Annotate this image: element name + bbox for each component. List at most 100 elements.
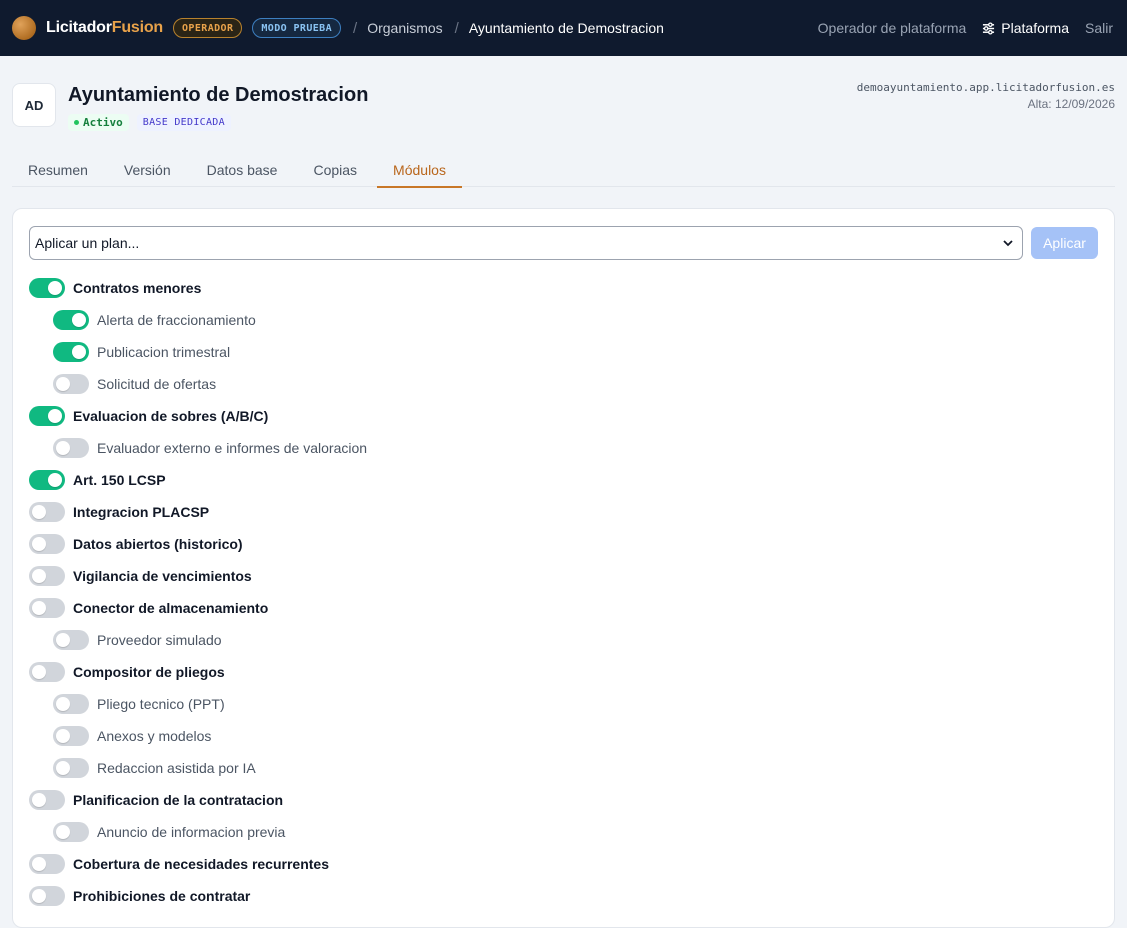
module-label: Datos abiertos (historico) — [73, 536, 243, 552]
toggle-knob — [32, 665, 46, 679]
modules-card: Aplicar un plan... Aplicar Contratos men… — [12, 208, 1115, 928]
submodule-row: Anuncio de informacion previa — [29, 816, 1098, 848]
module-toggle[interactable] — [29, 662, 65, 682]
toggle-knob — [32, 569, 46, 583]
module-label: Evaluacion de sobres (A/B/C) — [73, 408, 269, 424]
breadcrumb-separator: / — [353, 19, 358, 37]
breadcrumb-organismos[interactable]: Organismos — [367, 20, 442, 36]
org-avatar: AD — [12, 83, 56, 127]
module-label: Evaluador externo e informes de valoraci… — [97, 440, 368, 456]
toggle-knob — [56, 729, 70, 743]
module-toggle[interactable] — [53, 342, 89, 362]
module-row: Cobertura de necesidades recurrentes — [29, 848, 1098, 880]
logout-link[interactable]: Salir — [1085, 20, 1113, 36]
module-toggle[interactable] — [29, 790, 65, 810]
module-row: Vigilancia de vencimientos — [29, 560, 1098, 592]
submodule-row: Anexos y modelos — [29, 720, 1098, 752]
module-label: Contratos menores — [73, 280, 202, 296]
module-label: Alerta de fraccionamiento — [97, 312, 256, 328]
module-toggle[interactable] — [29, 406, 65, 426]
tab-bar: Resumen Versión Datos base Copias Módulo… — [12, 152, 1115, 188]
status-badge-label: Activo — [83, 116, 123, 129]
base-type-badge: BASE DEDICADA — [136, 114, 231, 131]
module-toggle[interactable] — [29, 534, 65, 554]
org-domain: demoayuntamiento.app.licitadorfusion.es — [856, 81, 1115, 94]
operador-badge: OPERADOR — [173, 18, 243, 38]
module-toggle[interactable] — [53, 694, 89, 714]
tab-version[interactable]: Versión — [108, 152, 187, 187]
app-logo[interactable]: LicitadorFusion — [46, 19, 163, 37]
sliders-icon — [983, 21, 995, 35]
breadcrumb-separator: / — [454, 19, 459, 37]
module-label: Cobertura de necesidades recurrentes — [73, 856, 329, 872]
module-row: Evaluacion de sobres (A/B/C) — [29, 400, 1098, 432]
toggle-knob — [32, 889, 46, 903]
status-badge: Activo — [68, 114, 129, 131]
tab-datos-base[interactable]: Datos base — [191, 152, 294, 187]
toggle-knob — [32, 857, 46, 871]
module-toggle[interactable] — [29, 598, 65, 618]
module-row: Conector de almacenamiento — [29, 592, 1098, 624]
toggle-knob — [56, 633, 70, 647]
status-dot-icon — [74, 120, 79, 125]
modules-list: Contratos menores Alerta de fraccionamien… — [29, 272, 1098, 912]
module-row: Datos abiertos (historico) — [29, 528, 1098, 560]
module-toggle[interactable] — [53, 822, 89, 842]
module-toggle[interactable] — [29, 566, 65, 586]
module-label: Anuncio de informacion previa — [97, 824, 286, 840]
module-row: Compositor de pliegos — [29, 656, 1098, 688]
module-toggle[interactable] — [53, 630, 89, 650]
module-label: Conector de almacenamiento — [73, 600, 269, 616]
module-toggle[interactable] — [53, 758, 89, 778]
logo-text-main: Licitador — [46, 19, 112, 36]
module-toggle[interactable] — [53, 374, 89, 394]
toggle-knob — [32, 537, 46, 551]
breadcrumb-current: Ayuntamiento de Demostracion — [468, 20, 664, 36]
modo-prueba-badge: MODO PRUEBA — [252, 18, 342, 38]
module-toggle[interactable] — [29, 278, 65, 298]
submodule-row: Solicitud de ofertas — [29, 368, 1098, 400]
module-toggle[interactable] — [29, 470, 65, 490]
submodule-row: Alerta de fraccionamiento — [29, 304, 1098, 336]
platform-link-label: Plataforma — [1001, 20, 1069, 36]
module-row: Art. 150 LCSP — [29, 464, 1098, 496]
toggle-knob — [48, 409, 62, 423]
module-label: Solicitud de ofertas — [97, 376, 217, 392]
org-header: AD Ayuntamiento de Demostracion Activo B… — [0, 56, 1127, 142]
module-toggle[interactable] — [29, 886, 65, 906]
module-label: Pliego tecnico (PPT) — [97, 696, 225, 712]
module-label: Prohibiciones de contratar — [73, 888, 251, 904]
toggle-knob — [32, 793, 46, 807]
module-toggle[interactable] — [29, 502, 65, 522]
module-toggle[interactable] — [53, 726, 89, 746]
tab-copias[interactable]: Copias — [297, 152, 373, 187]
tab-resumen[interactable]: Resumen — [12, 152, 104, 187]
module-toggle[interactable] — [53, 310, 89, 330]
toggle-knob — [56, 825, 70, 839]
operator-link[interactable]: Operador de plataforma — [818, 20, 967, 36]
top-navigation-bar: LicitadorFusion OPERADOR MODO PRUEBA / O… — [0, 0, 1127, 56]
logo-text-accent: Fusion — [111, 19, 164, 36]
module-row: Planificacion de la contratacion — [29, 784, 1098, 816]
module-label: Redaccion asistida por IA — [97, 760, 256, 776]
apply-plan-button[interactable]: Aplicar — [1031, 227, 1098, 259]
module-toggle[interactable] — [53, 438, 89, 458]
module-label: Planificacion de la contratacion — [73, 792, 284, 808]
plan-select-value: Aplicar un plan... — [35, 235, 140, 251]
toggle-knob — [72, 345, 86, 359]
submodule-row: Publicacion trimestral — [29, 336, 1098, 368]
logo-icon — [12, 16, 36, 40]
toggle-knob — [56, 441, 70, 455]
module-label: Compositor de pliegos — [73, 664, 225, 680]
org-alta-date: Alta: 12/09/2026 — [1027, 97, 1115, 111]
module-label: Publicacion trimestral — [97, 344, 231, 360]
chevron-down-icon — [1003, 240, 1013, 247]
toggle-knob — [48, 473, 62, 487]
submodule-row: Redaccion asistida por IA — [29, 752, 1098, 784]
platform-link[interactable]: Plataforma — [982, 20, 1069, 36]
module-label: Integracion PLACSP — [73, 504, 210, 520]
submodule-row: Proveedor simulado — [29, 624, 1098, 656]
tab-modulos[interactable]: Módulos — [377, 152, 462, 188]
plan-select[interactable]: Aplicar un plan... — [29, 226, 1023, 260]
module-toggle[interactable] — [29, 854, 65, 874]
